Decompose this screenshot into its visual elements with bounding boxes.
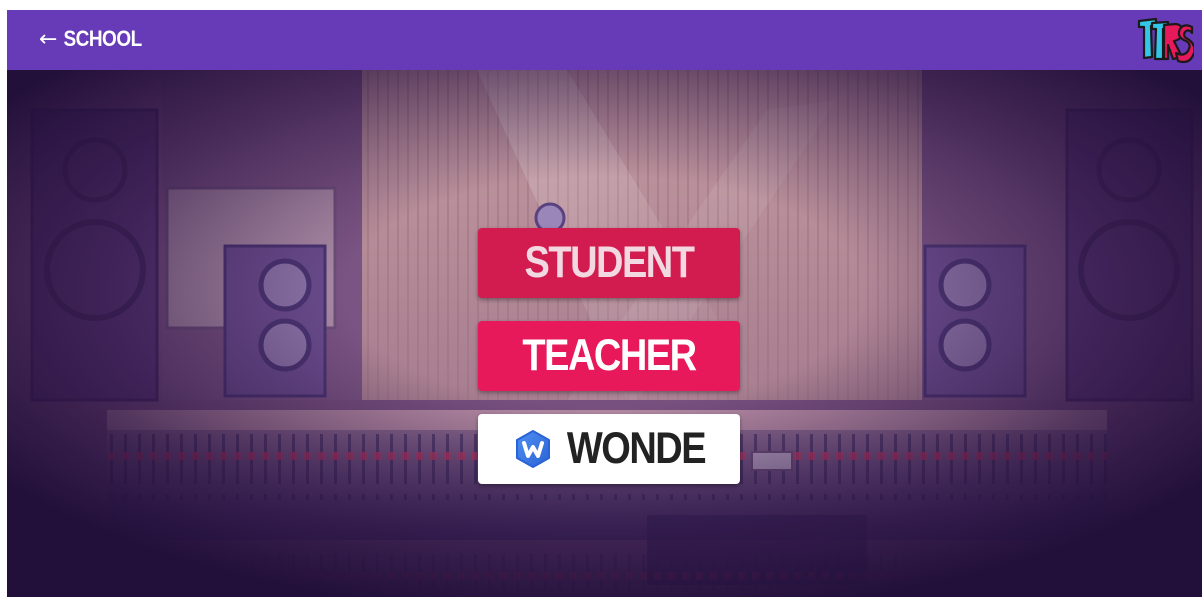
teacher-login-button[interactable]: TEACHER xyxy=(478,321,740,391)
top-bar: ← SCHOOL xyxy=(7,10,1202,70)
back-to-school-button[interactable]: ← SCHOOL xyxy=(39,25,142,55)
student-label: STUDENT xyxy=(524,237,695,288)
ttrs-logo-icon xyxy=(1137,17,1194,64)
wonde-label: WONDE xyxy=(566,423,707,474)
teacher-label: TEACHER xyxy=(522,330,697,381)
app-frame: ← SCHOOL STUDENT TEACHER WONDE xyxy=(7,10,1202,597)
back-arrow-icon: ← xyxy=(39,27,58,52)
wonde-login-button[interactable]: WONDE xyxy=(478,414,740,484)
student-login-button[interactable]: STUDENT xyxy=(478,228,740,298)
back-label: SCHOOL xyxy=(63,27,142,52)
wonde-logo-icon xyxy=(515,430,550,468)
